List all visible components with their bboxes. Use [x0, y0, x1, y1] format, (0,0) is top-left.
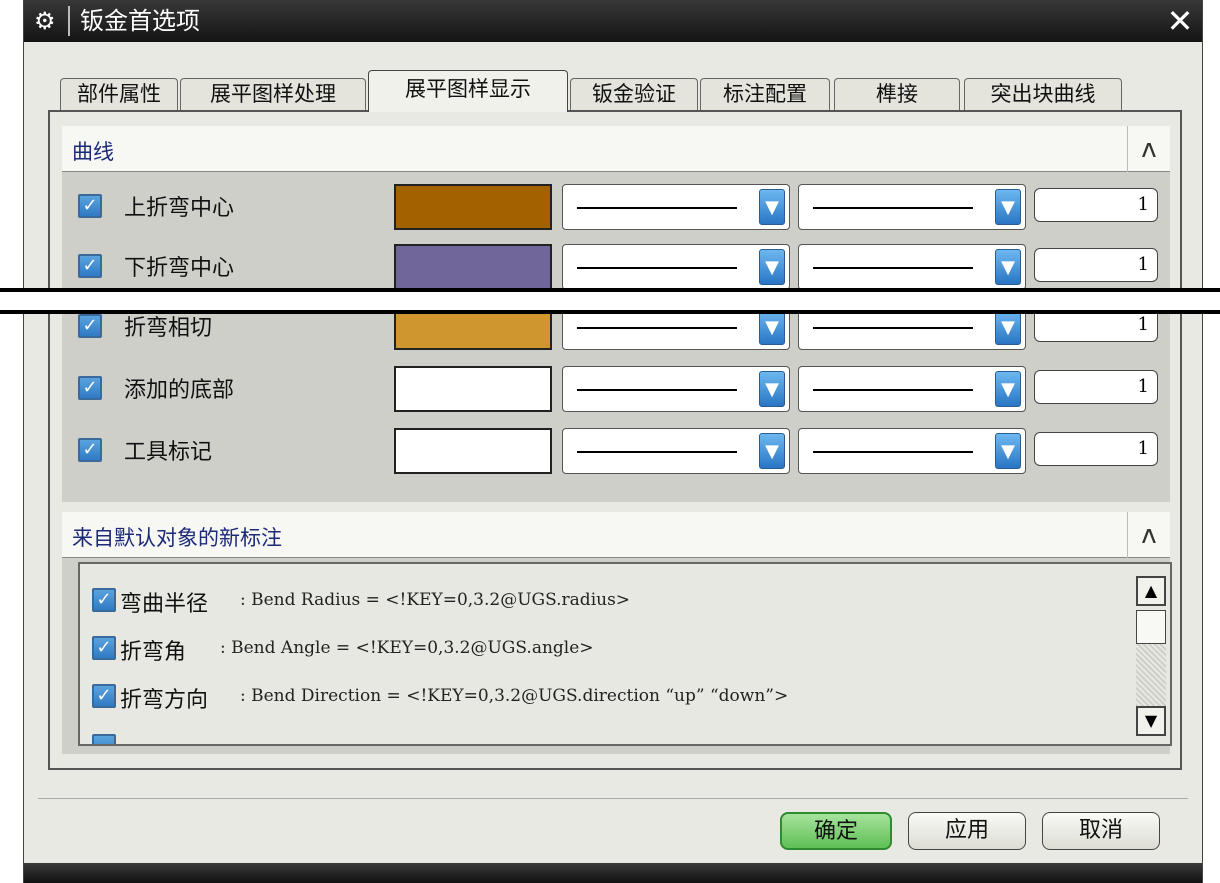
line-font-dropdown[interactable]: ▼: [562, 366, 790, 412]
checkbox[interactable]: ✓: [78, 254, 102, 278]
window-bottom-border: [24, 863, 1202, 883]
tab-mortise[interactable]: 榫接: [834, 78, 960, 110]
tab-flat-pattern-treatment[interactable]: 展平图样处理: [180, 78, 366, 110]
chevron-down-icon[interactable]: ▼: [759, 189, 785, 225]
collapse-chevron-up-icon[interactable]: ʌ: [1127, 126, 1170, 172]
annotation-list[interactable]: ✓ 弯曲半径 : Bend Radius = <!KEY=0,3.2@UGS.r…: [78, 562, 1172, 746]
close-icon[interactable]: ✕: [1164, 4, 1196, 38]
line-style-preview: [577, 451, 737, 453]
chevron-down-icon[interactable]: ▼: [995, 433, 1021, 469]
line-font-dropdown[interactable]: ▼: [562, 428, 790, 474]
chevron-down-icon[interactable]: ▼: [995, 249, 1021, 285]
window-title: 钣金首选项: [80, 7, 200, 35]
checkbox[interactable]: ✓: [92, 636, 116, 660]
chevron-down-icon[interactable]: ▼: [759, 371, 785, 407]
color-swatch[interactable]: [394, 366, 552, 412]
row-label: 工具标记: [124, 440, 213, 465]
scroll-up-icon[interactable]: ▲: [1136, 576, 1166, 606]
scroll-down-icon[interactable]: ▼: [1136, 706, 1166, 736]
curve-row-lower-bend-center: ✓ 下折弯中心 ▼ ▼ 1: [62, 240, 1170, 294]
section-title: 曲线: [72, 140, 114, 164]
chevron-down-icon[interactable]: ▼: [759, 433, 785, 469]
width-input[interactable]: 1: [1034, 248, 1158, 282]
list-item-bend-direction[interactable]: ✓ 折弯方向 : Bend Direction = <!KEY=0,3.2@UG…: [92, 676, 1132, 716]
line-width-dropdown[interactable]: ▼: [798, 244, 1026, 290]
list-item-bend-angle[interactable]: ✓ 折弯角 : Bend Angle = <!KEY=0,3.2@UGS.ang…: [92, 628, 1132, 668]
width-input[interactable]: 1: [1034, 432, 1158, 466]
line-style-preview: [813, 327, 973, 329]
line-style-preview: [813, 207, 973, 209]
list-item-partial[interactable]: [92, 726, 1132, 744]
line-style-preview: [577, 389, 737, 391]
curve-row-upper-bend-center: ✓ 上折弯中心 ▼ ▼ 1: [62, 180, 1170, 234]
chevron-down-icon[interactable]: ▼: [759, 309, 785, 345]
curve-row-added-bottom: ✓ 添加的底部 ▼ ▼ 1: [62, 362, 1170, 416]
cancel-button[interactable]: 取消: [1042, 812, 1160, 850]
tab-tab-curves[interactable]: 突出块曲线: [964, 78, 1122, 110]
vertical-scrollbar[interactable]: ▲ ▼: [1136, 576, 1166, 736]
line-style-preview: [577, 207, 737, 209]
chevron-down-icon[interactable]: ▼: [995, 189, 1021, 225]
collapse-chevron-up-icon[interactable]: ʌ: [1127, 512, 1170, 558]
checkbox[interactable]: ✓: [78, 438, 102, 462]
apply-button[interactable]: 应用: [908, 812, 1026, 850]
tab-flat-pattern-display[interactable]: 展平图样显示: [368, 70, 568, 112]
annotations-section-header[interactable]: 来自默认对象的新标注 ʌ: [62, 512, 1170, 558]
row-label: 下折弯中心: [124, 256, 235, 281]
item-label: 折弯方向: [120, 688, 209, 713]
tab-annotation-config[interactable]: 标注配置: [700, 78, 830, 110]
color-swatch[interactable]: [394, 244, 552, 290]
line-font-dropdown[interactable]: ▼: [562, 244, 790, 290]
line-style-preview: [813, 451, 973, 453]
item-label: 折弯角: [120, 640, 187, 665]
ok-button[interactable]: 确定: [780, 812, 892, 850]
row-label: 折弯相切: [124, 316, 213, 341]
chevron-down-icon[interactable]: ▼: [995, 309, 1021, 345]
row-label: 添加的底部: [124, 378, 235, 403]
line-style-preview: [813, 389, 973, 391]
curve-row-tool-marks: ✓ 工具标记 ▼ ▼ 1: [62, 424, 1170, 478]
tab-sheet-metal-validation[interactable]: 钣金验证: [570, 78, 698, 110]
curves-section-header[interactable]: 曲线 ʌ: [62, 126, 1170, 172]
sheet-metal-preferences-dialog: ⚙ 钣金首选项 ✕ 部件属性 展平图样处理 展平图样显示 钣金验证 标注配置 榫…: [23, 0, 1203, 883]
line-font-dropdown[interactable]: ▼: [562, 184, 790, 230]
chevron-down-icon[interactable]: ▼: [759, 249, 785, 285]
overlay-band: [0, 288, 1220, 314]
item-expression: : Bend Angle = <!KEY=0,3.2@UGS.angle>: [220, 638, 594, 658]
title-bar: ⚙ 钣金首选项 ✕: [24, 0, 1202, 42]
line-width-dropdown[interactable]: ▼: [798, 366, 1026, 412]
line-style-preview: [577, 327, 737, 329]
chevron-down-icon[interactable]: ▼: [995, 371, 1021, 407]
line-style-preview: [813, 267, 973, 269]
item-expression: : Bend Direction = <!KEY=0,3.2@UGS.direc…: [240, 686, 789, 706]
row-label: 上折弯中心: [124, 196, 235, 221]
footer-divider: [38, 798, 1188, 799]
checkbox[interactable]: [92, 734, 116, 744]
scroll-track[interactable]: [1136, 644, 1166, 706]
item-label: 弯曲半径: [120, 592, 209, 617]
title-separator: [68, 6, 70, 36]
list-item-bend-radius[interactable]: ✓ 弯曲半径 : Bend Radius = <!KEY=0,3.2@UGS.r…: [92, 580, 1132, 620]
checkbox[interactable]: ✓: [78, 194, 102, 218]
curves-section-body: ✓ 上折弯中心 ▼ ▼ 1 ✓ 下折弯中心 ▼ ▼ 1 ✓ 折弯相切 ▼ ▼ 1…: [62, 172, 1170, 502]
gear-icon[interactable]: ⚙: [34, 8, 60, 34]
checkbox[interactable]: ✓: [92, 588, 116, 612]
line-style-preview: [577, 267, 737, 269]
item-expression: : Bend Radius = <!KEY=0,3.2@UGS.radius>: [240, 590, 631, 610]
tab-part-properties[interactable]: 部件属性: [60, 78, 178, 110]
width-input[interactable]: 1: [1034, 370, 1158, 404]
color-swatch[interactable]: [394, 428, 552, 474]
width-input[interactable]: 1: [1034, 188, 1158, 222]
section-title: 来自默认对象的新标注: [72, 526, 282, 550]
scroll-thumb[interactable]: [1136, 610, 1166, 644]
checkbox[interactable]: ✓: [92, 684, 116, 708]
checkbox[interactable]: ✓: [78, 314, 102, 338]
line-width-dropdown[interactable]: ▼: [798, 184, 1026, 230]
checkbox[interactable]: ✓: [78, 376, 102, 400]
line-width-dropdown[interactable]: ▼: [798, 428, 1026, 474]
color-swatch[interactable]: [394, 184, 552, 230]
